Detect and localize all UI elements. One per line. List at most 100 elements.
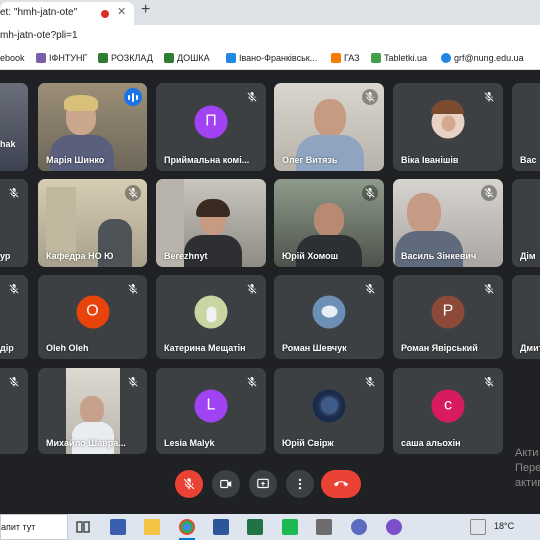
participant-tile[interactable]: hak: [0, 83, 28, 171]
participant-avatar: [312, 295, 346, 329]
present-screen-icon: [257, 478, 269, 489]
bookmark-label: Tabletki.ua: [384, 53, 428, 63]
bookmark-facebook[interactable]: ebook: [0, 53, 25, 63]
participant-avatar: [312, 389, 346, 423]
system-tray-icon[interactable]: [470, 519, 486, 535]
save-app-icon[interactable]: [110, 519, 126, 535]
participant-name: Oleh Oleh: [46, 343, 89, 353]
viber-icon[interactable]: [386, 519, 402, 535]
participant-name: Berezhnyt: [164, 251, 208, 261]
participant-tile[interactable]: O Oleh Oleh: [38, 275, 147, 359]
participant-tile[interactable]: Вас: [512, 83, 540, 171]
mic-off-icon: [9, 284, 19, 294]
participant-name: Катерина Мещатін: [164, 343, 246, 353]
new-tab-icon[interactable]: +: [141, 1, 150, 19]
more-options-button[interactable]: [286, 470, 314, 498]
participant-name: Олег Витязь: [282, 155, 338, 165]
bookmark-tabletki[interactable]: Tabletki.ua: [371, 53, 427, 63]
taskbar-search-box[interactable]: апит тут: [0, 514, 68, 540]
participant-tile[interactable]: Berezhnyt: [156, 179, 266, 267]
present-screen-button[interactable]: [249, 470, 277, 498]
bookmark-rozklad[interactable]: РОЗКЛАД: [98, 53, 153, 63]
leave-call-button[interactable]: [321, 470, 361, 498]
mic-off-icon: [481, 185, 497, 201]
camera-toggle-button[interactable]: [212, 470, 240, 498]
participant-avatar: P: [431, 295, 465, 329]
participant-name: Юрій Свірж: [282, 438, 334, 448]
participant-video: [0, 83, 28, 171]
participant-name: Василь Зінкевич: [401, 251, 477, 261]
bookmark-label: grf@nung.edu.ua: [454, 53, 524, 63]
app-document-icon[interactable]: [316, 519, 332, 535]
bookmark-favicon-icon: [226, 53, 236, 63]
participant-tile[interactable]: Віка Іванішів: [393, 83, 503, 171]
mic-toggle-button[interactable]: [175, 470, 203, 498]
participant-tile[interactable]: P Роман Явірський: [393, 275, 503, 359]
participant-face: [314, 203, 344, 237]
chrome-icon[interactable]: [179, 519, 195, 535]
participant-tile-active-speaker[interactable]: Марія Шинко: [38, 83, 147, 171]
speaking-indicator-icon: [124, 88, 142, 106]
participant-name: Lesia Malyk: [164, 438, 215, 448]
address-bar[interactable]: mh-jatn-ote?pli=1: [0, 25, 540, 48]
participant-body: [296, 135, 364, 171]
participant-avatar-hair: [431, 100, 464, 114]
weather-temperature[interactable]: 18°C: [494, 521, 514, 531]
participant-name: Дмит: [520, 343, 540, 353]
participant-tile[interactable]: П Приймальна комі...: [156, 83, 266, 171]
participant-face: [407, 193, 441, 233]
participant-tile[interactable]: Роман Шевчук: [274, 275, 384, 359]
task-view-icon[interactable]: [75, 519, 91, 535]
participant-hair: [196, 199, 230, 217]
participant-tile[interactable]: ур: [0, 179, 28, 267]
participant-face: [80, 396, 104, 424]
file-explorer-icon[interactable]: [144, 519, 160, 535]
participant-tile[interactable]: Юрій Свірж: [274, 368, 384, 454]
participant-tile[interactable]: Юрій Хомош: [274, 179, 384, 267]
participant-tile[interactable]: [0, 368, 28, 454]
app-green-icon[interactable]: [282, 519, 298, 535]
browser-tab-meet[interactable]: et: "hmh-jatn-ote" ✕: [0, 2, 134, 25]
bookmark-ifntung[interactable]: ІФНТУНГ: [36, 53, 87, 63]
url-text: mh-jatn-ote?pli=1: [0, 30, 78, 41]
bookmark-ivano-frankivsk[interactable]: Івано-Франківськ...: [226, 53, 317, 63]
participant-avatar: [194, 295, 228, 329]
participant-name: Кафедра НО Ю: [46, 251, 114, 261]
participant-tile[interactable]: Кафедра НО Ю: [38, 179, 147, 267]
mic-off-icon: [128, 284, 138, 294]
participant-name: саша альохін: [401, 438, 461, 448]
activate-windows-watermark: Акти Пере актив: [515, 446, 540, 491]
bookmark-email[interactable]: grf@nung.edu.ua: [441, 53, 524, 63]
bookmark-doshka[interactable]: ДОШКА: [164, 53, 210, 63]
word-icon[interactable]: [213, 519, 229, 535]
browser-tab-strip: et: "hmh-jatn-ote" ✕ +: [0, 0, 540, 25]
watermark-line: актив: [515, 477, 540, 489]
participant-tile[interactable]: с саша альохін: [393, 368, 503, 454]
more-vert-icon: [298, 478, 302, 490]
participant-tile[interactable]: Михайло Шавра...: [38, 368, 147, 454]
participant-tile[interactable]: L Lesia Malyk: [156, 368, 266, 454]
participant-tile[interactable]: Дмит: [512, 275, 540, 359]
mic-off-icon: [247, 92, 257, 102]
recording-indicator-icon: [101, 10, 109, 18]
participant-name: Марія Шинко: [46, 155, 105, 165]
participant-name: Роман Шевчук: [282, 343, 347, 353]
participant-body: [395, 231, 463, 267]
bookmark-gaz[interactable]: ГАЗ: [331, 53, 360, 63]
participant-name: дір: [0, 343, 14, 353]
participant-tile[interactable]: Дім: [512, 179, 540, 267]
participant-tile[interactable]: Василь Зінкевич: [393, 179, 503, 267]
participant-tile[interactable]: дір: [0, 275, 28, 359]
bookmark-favicon-icon: [331, 53, 341, 63]
mic-off-icon: [365, 284, 375, 294]
excel-icon[interactable]: [247, 519, 263, 535]
participant-tile[interactable]: Олег Витязь: [274, 83, 384, 171]
bookmark-label: ebook: [0, 53, 25, 63]
participant-tile[interactable]: Катерина Мещатін: [156, 275, 266, 359]
app-blue-icon[interactable]: [351, 519, 367, 535]
bookmarks-bar: ebook ІФНТУНГ РОЗКЛАД ДОШКА Івано-Франкі…: [0, 48, 540, 70]
participant-name: Приймальна комі...: [164, 155, 250, 165]
close-tab-icon[interactable]: ✕: [117, 5, 126, 18]
bookmark-favicon-icon: [36, 53, 46, 63]
mic-off-icon: [183, 478, 195, 490]
